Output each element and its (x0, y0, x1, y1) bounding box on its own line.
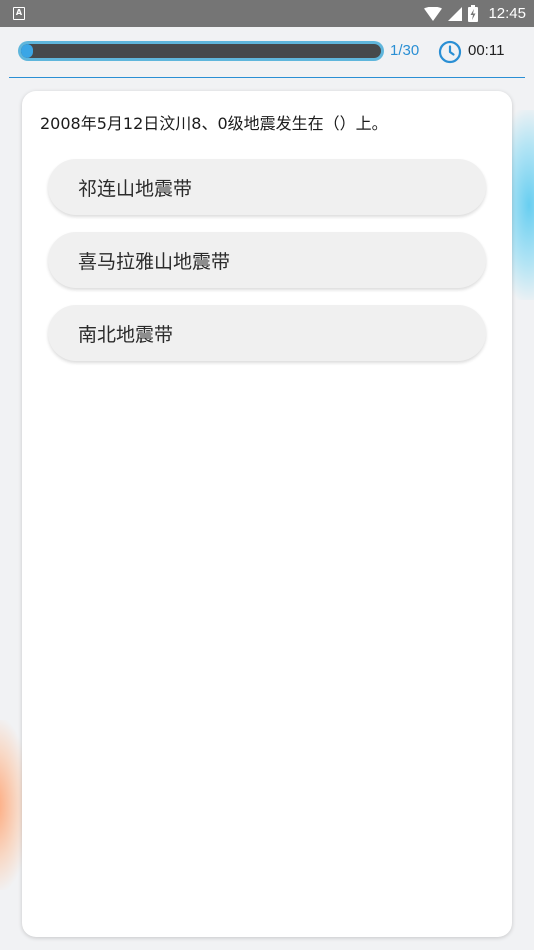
answer-option-1[interactable]: 祁连山地震带 (48, 159, 486, 215)
question-card: 2008年5月12日汶川8、0级地震发生在（）上。 祁连山地震带 喜马拉雅山地震… (22, 91, 512, 937)
quiz-header: 1/30 00:11 (0, 27, 534, 78)
cellular-signal-icon (448, 6, 463, 21)
battery-charging-icon (468, 5, 479, 22)
quiz-screen: A 12:45 1/30 00:11 2008年5月12日汶川8、0级地震发生在… (0, 0, 534, 950)
answer-options: 祁连山地震带 喜马拉雅山地震带 南北地震带 (48, 159, 486, 378)
clock-icon (438, 40, 462, 64)
status-bar-time: 12:45 (488, 5, 526, 22)
progress-track (21, 44, 381, 58)
header-divider (9, 77, 525, 78)
question-text: 2008年5月12日汶川8、0级地震发生在（）上。 (40, 114, 388, 133)
timer-value: 00:11 (468, 42, 505, 59)
status-bar: A 12:45 (0, 0, 534, 27)
progress-fill (21, 44, 33, 58)
app-notification-icon: A (13, 7, 25, 20)
answer-option-3[interactable]: 南北地震带 (48, 305, 486, 361)
answer-option-2[interactable]: 喜马拉雅山地震带 (48, 232, 486, 288)
progress-bar (18, 41, 384, 61)
status-bar-right: 12:45 (424, 0, 526, 27)
progress-counter: 1/30 (390, 42, 420, 59)
wifi-icon (424, 6, 443, 21)
